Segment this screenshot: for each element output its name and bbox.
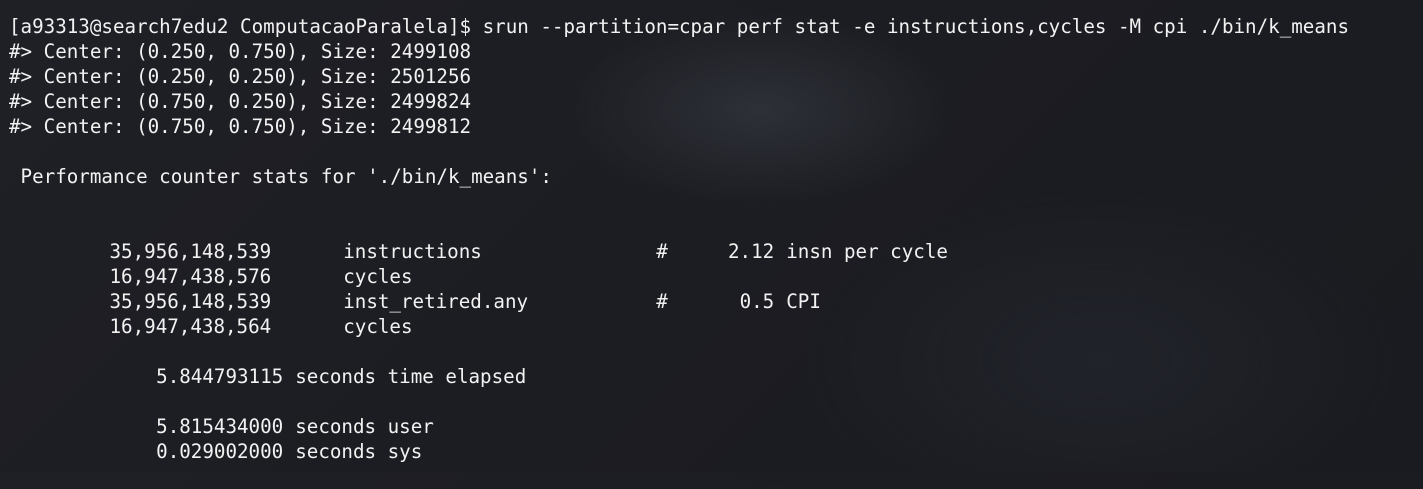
time-elapsed-line: 5.844793115 seconds time elapsed [9, 339, 1423, 388]
stat-event: cycles [343, 265, 413, 288]
stat-event: instructions [343, 240, 482, 263]
center-output-line: #> Center: (0.250, 0.750), Size: 2499108 [9, 40, 472, 63]
time-sys-label: seconds sys [295, 440, 423, 463]
center-output-line: #> Center: (0.750, 0.750), Size: 2499812 [9, 115, 472, 138]
terminal-window[interactable]: [a93313@search7edu2 ComputacaoParalela]$… [0, 0, 1423, 472]
stat-count: 35,956,148,539 [109, 240, 272, 263]
stat-metric-unit: CPI [786, 290, 821, 313]
stat-metric-value: 0.5 [739, 290, 775, 313]
time-user-label: seconds user [295, 415, 434, 438]
perf-stats-header: Performance counter stats for './bin/k_m… [9, 165, 552, 188]
stat-hash: # [656, 240, 668, 263]
time-user-line: 5.815434000 seconds user [9, 389, 1423, 438]
time-sys-value: 0.029002000 [156, 440, 284, 463]
command-line: [a93313@search7edu2 ComputacaoParalela]$… [9, 15, 1350, 38]
stat-row-instructions: 35,956,148,539 instructions #2.12 insn per … [9, 214, 1423, 263]
time-elapsed-label: seconds time elapsed [295, 365, 527, 388]
stat-event: cycles [343, 315, 413, 338]
stat-count: 16,947,438,576 [109, 265, 272, 288]
time-user-value: 5.815434000 [156, 415, 284, 438]
stat-event: inst_retired.any [343, 290, 529, 313]
stat-metric-unit: insn per cycle [786, 240, 948, 263]
stat-hash: # [656, 290, 668, 313]
stat-metric-value: 2.12 [728, 240, 775, 263]
center-output-line: #> Center: (0.750, 0.250), Size: 2499824 [9, 90, 472, 113]
center-output-line: #> Center: (0.250, 0.250), Size: 2501256 [9, 65, 472, 88]
stat-count: 35,956,148,539 [109, 290, 272, 313]
time-elapsed-value: 5.844793115 [156, 365, 284, 388]
stat-count: 16,947,438,564 [109, 315, 272, 338]
